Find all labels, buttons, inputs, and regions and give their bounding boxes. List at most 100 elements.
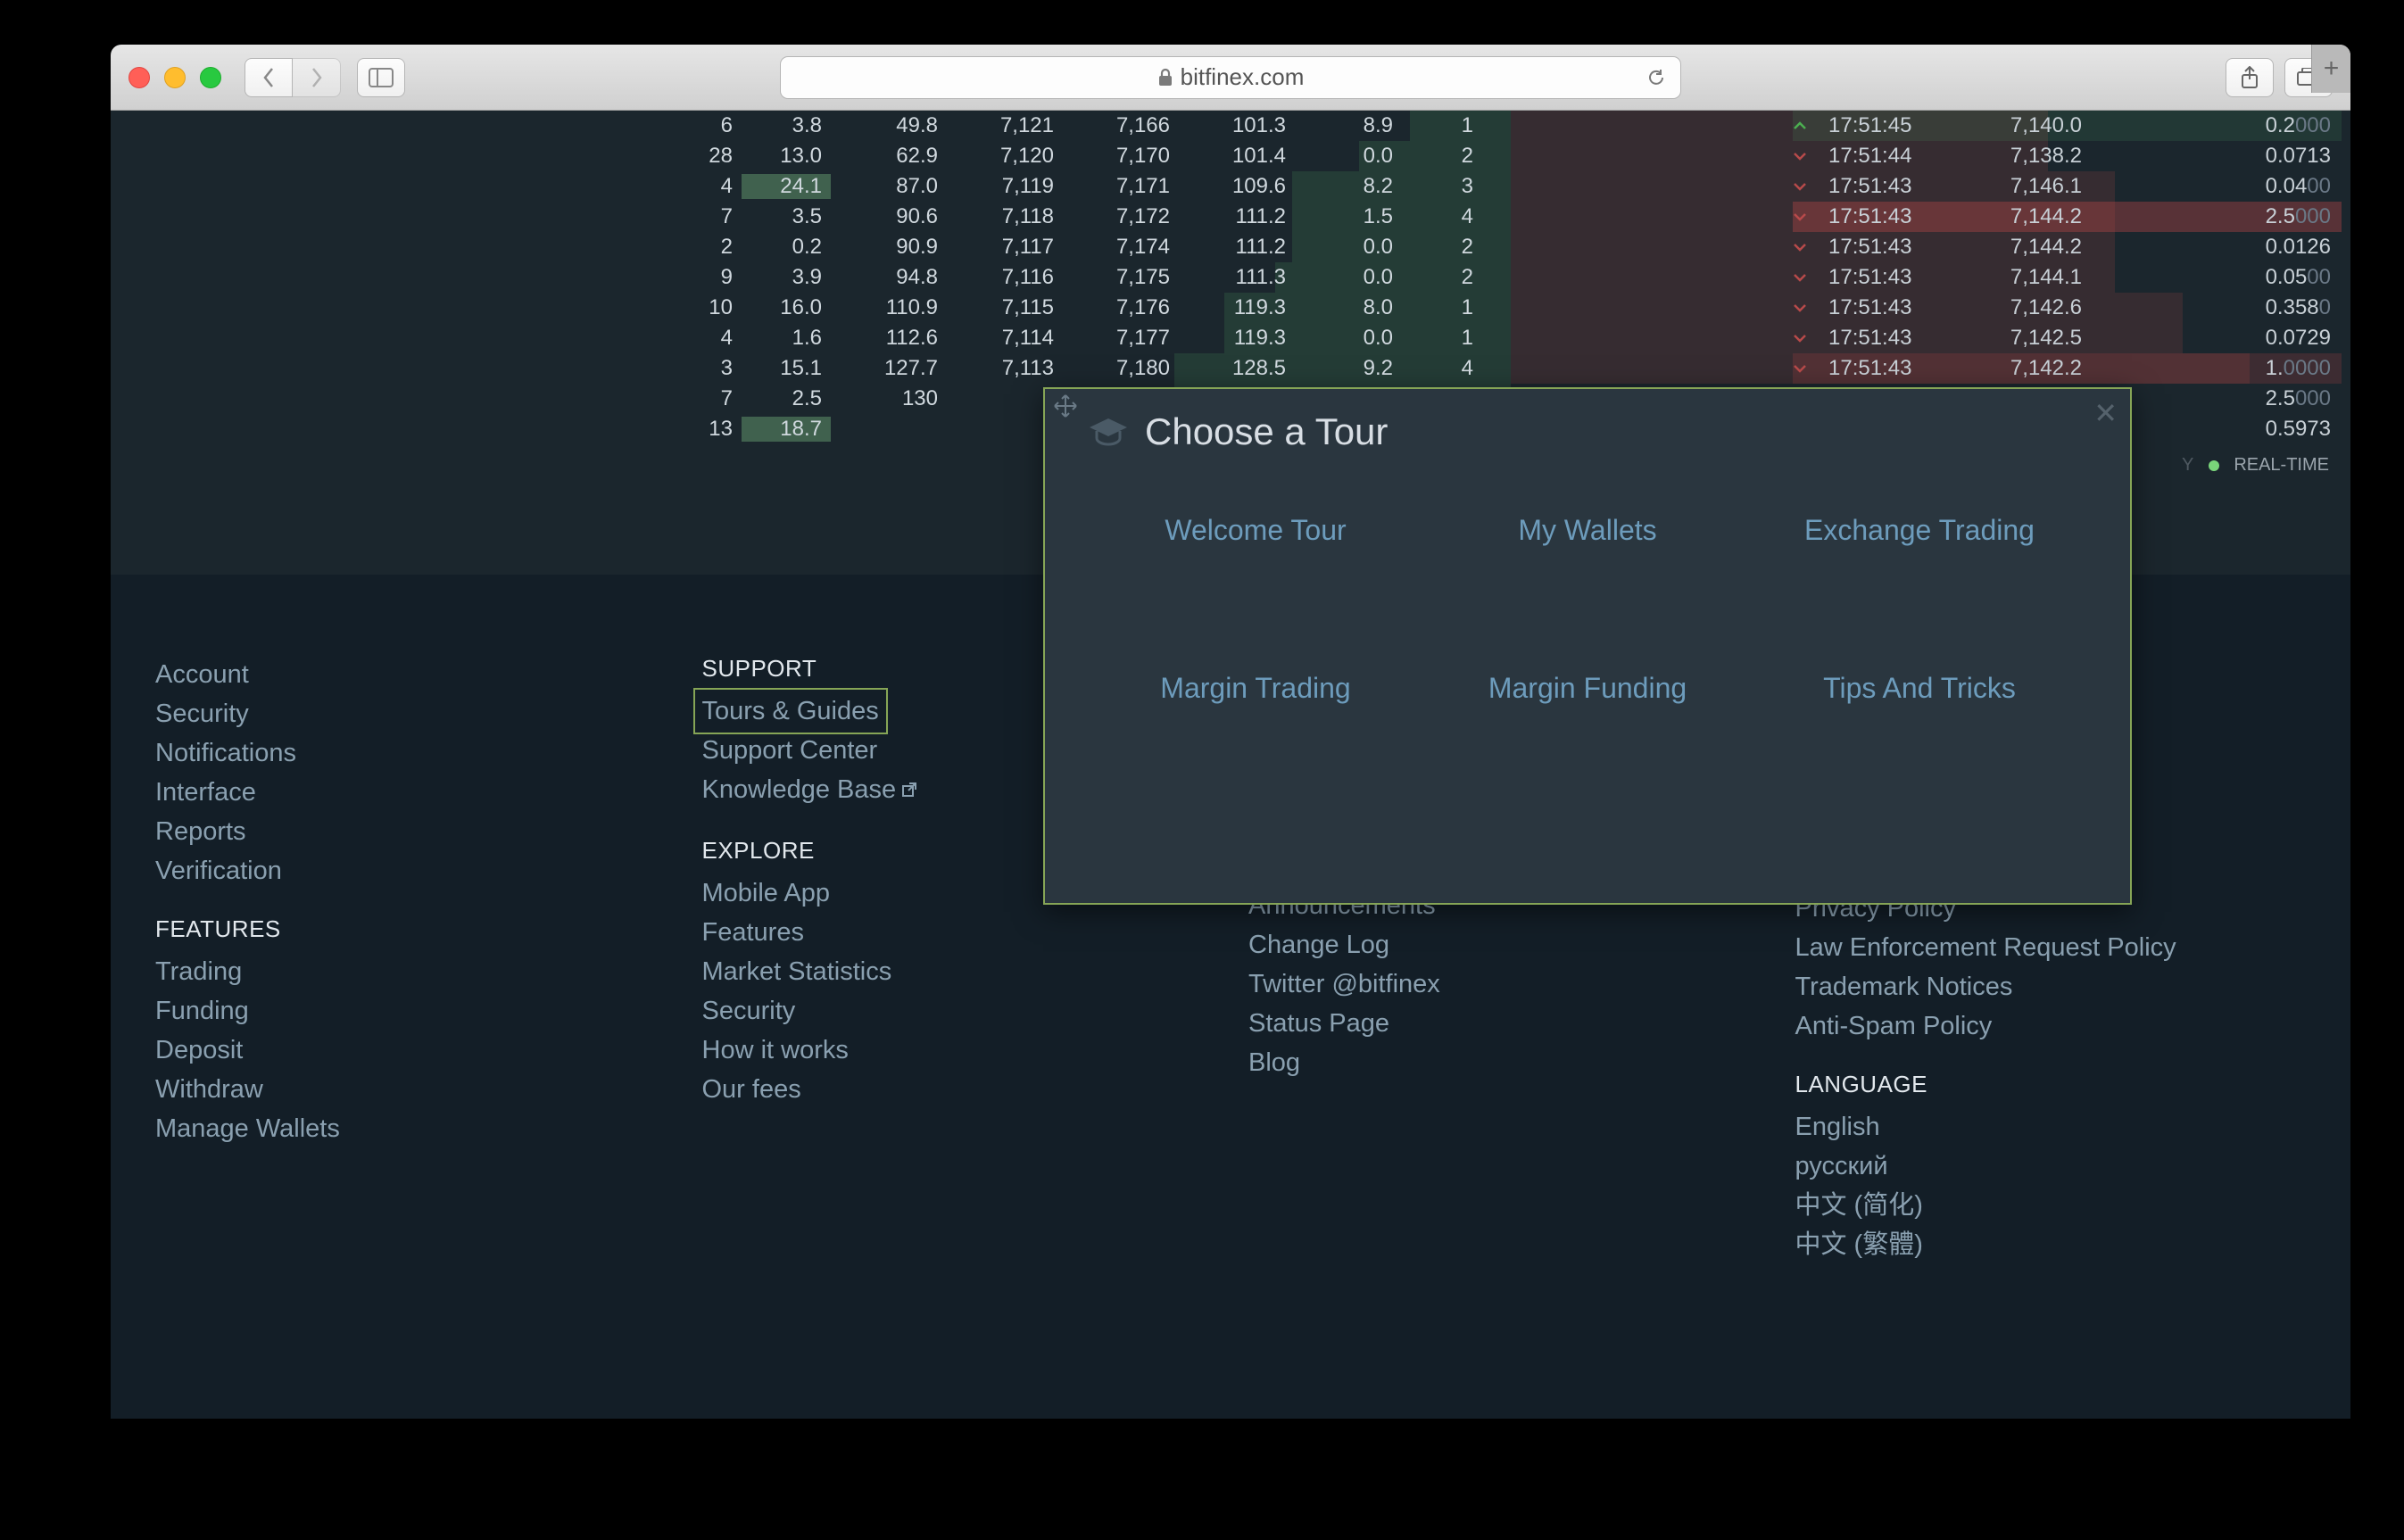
trade-time: 17:51:43 [1825, 326, 1950, 351]
down-arrow-icon [1793, 333, 1825, 344]
orderbook-cell: 3 [1402, 174, 1482, 199]
footer-link[interactable]: Market Statistics [702, 952, 1214, 991]
footer-link[interactable]: Security [702, 991, 1214, 1031]
footer-link[interactable]: Blog [1248, 1043, 1760, 1082]
orderbook-cell: 4 [1402, 356, 1482, 381]
footer-link[interactable]: Notifications [155, 733, 667, 773]
footer-link[interactable]: How it works [702, 1031, 1214, 1070]
page-content: 63.849.87,1217,166101.38.912813.062.97,1… [111, 111, 2350, 1419]
footer-link[interactable]: Anti-Spam Policy [1795, 1006, 2307, 1046]
trade-time: 17:51:45 [1825, 113, 1950, 138]
forward-button[interactable] [293, 58, 341, 97]
footer-link[interactable]: Deposit [155, 1031, 667, 1070]
orderbook-cell: 1.5 [1295, 204, 1402, 229]
close-window-button[interactable] [128, 67, 150, 88]
orderbook-cell: 7,177 [1063, 326, 1179, 351]
footer-link[interactable]: Twitter @bitfinex [1248, 965, 1760, 1004]
graduation-cap-icon [1088, 417, 1129, 447]
orderbook-cell: 13 [670, 417, 742, 442]
trade-time: 17:51:43 [1825, 265, 1950, 290]
footer-link[interactable]: Verification [155, 851, 667, 890]
nav-buttons [245, 58, 341, 97]
drag-handle-icon[interactable] [1054, 394, 1077, 418]
footer-link[interactable]: Security [155, 694, 667, 733]
address-bar[interactable]: bitfinex.com [780, 56, 1681, 99]
orderbook-cell: 28 [670, 144, 742, 169]
trade-row[interactable]: 17:51:437,146.10.0400 [1793, 171, 2342, 202]
tour-option[interactable]: Margin Trading [1090, 672, 1422, 705]
footer-link[interactable]: Account [155, 655, 667, 694]
footer-heading-language: LANGUAGE [1795, 1071, 2307, 1098]
orderbook-cell: 1.6 [742, 326, 831, 351]
orderbook-cell: 7,176 [1063, 295, 1179, 320]
footer-link[interactable]: Our fees [702, 1070, 1214, 1109]
footer-link[interactable]: Manage Wallets [155, 1109, 667, 1148]
footer-link[interactable]: Trademark Notices [1795, 967, 2307, 1006]
footer-link[interactable]: 中文 (简化) [1795, 1186, 2307, 1225]
orderbook-cell: 15.1 [742, 356, 831, 381]
footer-link[interactable]: English [1795, 1107, 2307, 1147]
trade-row[interactable]: 17:51:437,144.10.0500 [1793, 262, 2342, 293]
trade-row[interactable]: 17:51:437,144.22.5000 [1793, 202, 2342, 232]
orderbook-cell: 2 [1402, 144, 1482, 169]
footer-link[interactable]: Features [702, 913, 1214, 952]
orderbook-cell: 13.0 [742, 144, 831, 169]
orderbook-cell: 7,175 [1063, 265, 1179, 290]
orderbook-cell: 101.3 [1179, 113, 1295, 138]
footer-link[interactable]: Funding [155, 991, 667, 1031]
trade-row[interactable]: 17:51:447,138.20.0713 [1793, 141, 2342, 171]
trade-row[interactable]: 17:51:437,142.60.3580 [1793, 293, 2342, 323]
trade-qty: 2.5000 [2093, 204, 2342, 229]
trade-qty: 0.0400 [2093, 174, 2342, 199]
orderbook-cell: 94.8 [831, 265, 947, 290]
url-text: bitfinex.com [1181, 63, 1305, 91]
modal-title: Choose a Tour [1088, 410, 1388, 453]
orderbook-cell: 127.7 [831, 356, 947, 381]
share-button[interactable] [2226, 58, 2274, 97]
trade-row[interactable]: 17:51:437,142.50.0729 [1793, 323, 2342, 353]
tour-option[interactable]: Exchange Trading [1753, 514, 2085, 547]
orderbook-cell: 7,113 [947, 356, 1063, 381]
orderbook-cell: 4 [670, 326, 742, 351]
lock-icon [1157, 68, 1173, 87]
footer-link[interactable]: Change Log [1248, 925, 1760, 965]
footer-link[interactable]: русский [1795, 1147, 2307, 1186]
new-tab-button[interactable]: + [2311, 45, 2350, 93]
orderbook-cell: 7,114 [947, 326, 1063, 351]
footer-link[interactable]: Law Enforcement Request Policy [1795, 928, 2307, 967]
maximize-window-button[interactable] [200, 67, 221, 88]
orderbook-cell: 18.7 [742, 417, 831, 442]
trade-qty: 1.0000 [2093, 356, 2342, 381]
trade-time: 17:51:43 [1825, 204, 1950, 229]
footer-link[interactable]: Status Page [1248, 1004, 1760, 1043]
trade-row[interactable]: 17:51:437,142.21.0000 [1793, 353, 2342, 384]
modal-title-text: Choose a Tour [1145, 410, 1388, 453]
tour-option[interactable]: My Wallets [1422, 514, 1753, 547]
trade-row[interactable]: 17:51:457,140.00.2000 [1793, 111, 2342, 141]
reload-button[interactable] [1646, 68, 1666, 87]
titlebar: bitfinex.com + [111, 45, 2350, 111]
back-button[interactable] [245, 58, 293, 97]
tour-option[interactable]: Welcome Tour [1090, 514, 1422, 547]
orderbook-cell: 7,117 [947, 235, 1063, 260]
orderbook-cell: 101.4 [1179, 144, 1295, 169]
tour-option[interactable]: Margin Funding [1422, 672, 1753, 705]
trade-row[interactable]: 17:51:437,144.20.0126 [1793, 232, 2342, 262]
tour-option[interactable]: Tips And Tricks [1753, 672, 2085, 705]
footer-link[interactable]: Withdraw [155, 1070, 667, 1109]
footer-link[interactable]: Reports [155, 812, 667, 851]
show-sidebar-button[interactable] [357, 58, 405, 97]
orderbook-cell: 0.0 [1295, 265, 1402, 290]
orderbook-cell: 4 [1402, 204, 1482, 229]
minimize-window-button[interactable] [164, 67, 186, 88]
footer-link[interactable]: Trading [155, 952, 667, 991]
orderbook-cell: 16.0 [742, 295, 831, 320]
footer-link[interactable]: 中文 (繁體) [1795, 1225, 2307, 1264]
status-strip: Y REAL-TIME [2182, 455, 2329, 476]
up-arrow-icon [1793, 120, 1825, 131]
orderbook-cell: 62.9 [831, 144, 947, 169]
trade-price: 7,140.0 [1950, 113, 2093, 138]
orderbook-cell: 0.0 [1295, 144, 1402, 169]
orderbook-cell: 128.5 [1179, 356, 1295, 381]
footer-link[interactable]: Interface [155, 773, 667, 812]
